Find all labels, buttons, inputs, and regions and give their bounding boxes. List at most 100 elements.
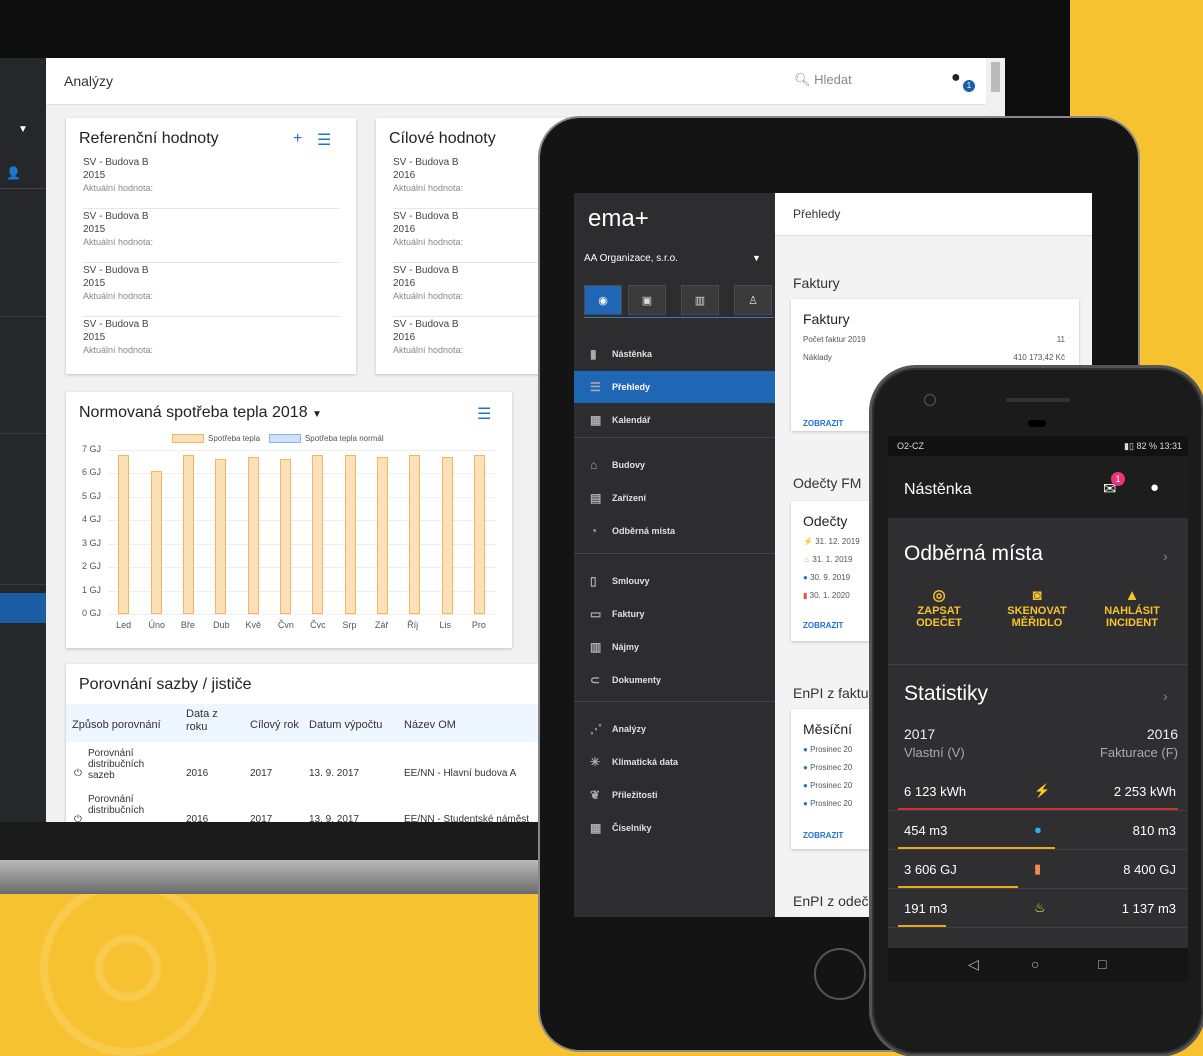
sidebar-item-klimatická-data[interactable]: ✳ Klimatická data xyxy=(574,746,775,778)
tab-user[interactable]: ♙ xyxy=(734,285,772,315)
chart-bar[interactable] xyxy=(473,454,485,614)
search-field[interactable]: 🔍︎ Hledat xyxy=(794,72,852,88)
scrollbar-thumb[interactable] xyxy=(991,62,1000,92)
stat-row[interactable]: 191 m3 ♨ 1 137 m3 xyxy=(888,889,1188,927)
back-icon[interactable]: ◁ xyxy=(968,956,979,973)
phone: O2-CZ ▮▯ 82 % 13:31 Nástěnka ✉ 1 ● Odběr… xyxy=(872,368,1203,1054)
section-title[interactable]: Statistiky xyxy=(904,682,988,706)
chevron-right-icon[interactable]: › xyxy=(1163,548,1168,564)
sidebar-item-budovy[interactable]: ⌂ Budovy xyxy=(574,449,775,481)
sidebar-item-číselníky[interactable]: ▦ Číselníky xyxy=(574,812,775,844)
action-label: SKENOVAT xyxy=(1007,605,1067,617)
table-cell: 2017 xyxy=(250,814,273,822)
sidebar-item-odběrná-místa[interactable]: ◔ Odběrná místa xyxy=(574,515,775,547)
chart-bar[interactable] xyxy=(376,457,388,614)
list-item[interactable]: SV - Budova B 2015 Aktuální hodnota: xyxy=(83,264,340,317)
sidebar-item-analýzy[interactable]: ⋰ Analýzy xyxy=(574,713,775,745)
sidebar-item-přehledy[interactable]: ☰ Přehledy xyxy=(574,371,775,403)
show-button[interactable]: ZOBRAZIT xyxy=(803,831,843,840)
drop-icon: ● xyxy=(803,745,808,754)
item-year: 2016 xyxy=(393,224,416,235)
record-reading-button[interactable]: ◎ ZAPSAT ODEČET xyxy=(894,587,984,629)
user-icon[interactable]: ● xyxy=(951,69,961,87)
show-button[interactable]: ZOBRAZIT xyxy=(803,621,843,630)
stat-row[interactable]: 454 m3 ● 810 m3 xyxy=(888,811,1188,849)
sidebar-item-selected[interactable] xyxy=(0,593,46,623)
y-tick-label: 3 GJ xyxy=(82,537,102,548)
home-button[interactable] xyxy=(814,948,866,1000)
scan-meter-button[interactable]: ◙ SKENOVAT MĚŘIDLO xyxy=(992,588,1082,629)
table-cell: 2016 xyxy=(186,814,209,822)
sidebar-item-nájmy[interactable]: ▥ Nájmy xyxy=(574,631,775,663)
enpi-row: ● Prosinec 20 xyxy=(803,745,852,754)
chart-bar[interactable] xyxy=(409,454,421,614)
rent-icon: ▥ xyxy=(590,640,602,654)
sidebar-item-smlouvy[interactable]: ▯ Smlouvy xyxy=(574,565,775,597)
building-icon: ▥ xyxy=(694,295,706,307)
sidebar-item-label: Dokumenty xyxy=(612,675,662,685)
chart-bar[interactable] xyxy=(312,454,324,614)
x-tick-label: Čvn xyxy=(277,620,294,630)
sidebar-item-nástěnka[interactable]: ▮ Nástěnka xyxy=(574,338,775,370)
section-title: EnPI z faktu xyxy=(793,685,869,701)
tariff-comparison-card: Porovnání sazby / jističe Způsob porovná… xyxy=(66,664,586,822)
user-icon[interactable]: ● xyxy=(1150,479,1159,496)
list-icon[interactable]: ☰ xyxy=(317,130,331,150)
list-item[interactable]: SV - Budova B 2015 Aktuální hodnota: xyxy=(83,318,340,370)
recents-icon[interactable]: □ xyxy=(1098,956,1106,972)
x-tick-label: Led xyxy=(116,620,132,630)
sidebar-item-dokumenty[interactable]: ⊂ Dokumenty xyxy=(574,664,775,696)
show-button[interactable]: ZOBRAZIT xyxy=(803,419,843,428)
sidebar-item-label: Příležitosti xyxy=(612,790,658,800)
user-icon[interactable]: 👤 xyxy=(6,166,21,180)
chart-bar[interactable] xyxy=(118,454,130,614)
chart-bar[interactable] xyxy=(247,457,259,614)
action-label: INCIDENT xyxy=(1106,617,1158,629)
add-icon[interactable]: + xyxy=(293,130,302,148)
table-header-method: Způsob porovnání xyxy=(72,719,161,731)
stat-row[interactable]: 6 123 kWh ⚡ 2 253 kWh xyxy=(888,772,1188,810)
chevron-down-icon[interactable]: ▼ xyxy=(752,253,761,263)
chevron-right-icon[interactable]: › xyxy=(1163,688,1168,704)
sidebar-item-zařízení[interactable]: ▤ Zařízení xyxy=(574,482,775,514)
chart-bar[interactable] xyxy=(182,454,194,614)
own-value: 3 606 GJ xyxy=(904,862,957,877)
gauge-icon: ◎ xyxy=(932,587,946,604)
tablet-header: Přehledy xyxy=(775,193,1092,236)
list-item[interactable]: SV - Budova B 2015 Aktuální hodnota: xyxy=(83,210,340,263)
stat-row[interactable]: 3 606 GJ ▮ 8 400 GJ xyxy=(888,850,1188,888)
enpi-month: Prosinec 20 xyxy=(810,799,853,808)
chart-bar[interactable] xyxy=(150,471,162,614)
grid-line xyxy=(108,520,496,522)
flame-icon: ♨ xyxy=(803,555,811,564)
speaker xyxy=(1006,398,1070,402)
sidebar-item-příležitosti[interactable]: ❦ Příležitosti xyxy=(574,779,775,811)
y-tick-label: 4 GJ xyxy=(82,514,102,525)
table-cell: 2017 xyxy=(250,768,273,779)
item-name: SV - Budova B xyxy=(83,211,149,222)
sidebar-item-label: Odběrná místa xyxy=(612,526,676,536)
report-incident-button[interactable]: ▲ NAHLÁSIT INCIDENT xyxy=(1087,588,1177,629)
invoiced-value: 2 253 kWh xyxy=(1113,784,1176,799)
chart-bar[interactable] xyxy=(441,457,453,614)
tab-buildings[interactable]: ▥ xyxy=(681,285,719,315)
list-item[interactable]: SV - Budova B 2015 Aktuální hodnota: xyxy=(83,156,340,209)
organization-name[interactable]: AA Organizace, s.r.o. xyxy=(584,253,678,264)
tab-overview[interactable]: ◉ xyxy=(584,285,622,315)
home-icon[interactable]: ○ xyxy=(1031,956,1039,972)
tab-contacts[interactable]: ▣ xyxy=(628,285,666,315)
sidebar-item-kalendář[interactable]: ▦ Kalendář xyxy=(574,404,775,436)
table-cell: 2016 xyxy=(186,768,209,779)
grid-line xyxy=(108,543,496,545)
chevron-down-icon[interactable]: ▼ xyxy=(18,124,28,135)
year-invoiced-label: Fakturace (F) xyxy=(1099,745,1178,760)
section-title[interactable]: Odběrná místa xyxy=(904,542,1043,566)
chart-bar[interactable] xyxy=(344,454,356,614)
grid-line xyxy=(108,567,496,569)
chart-bar[interactable] xyxy=(215,459,227,614)
item-name: SV - Budova B xyxy=(393,265,459,276)
row-label: Počet faktur 2019 xyxy=(803,335,866,344)
sidebar-item-faktury[interactable]: ▭ Faktury xyxy=(574,598,775,630)
chart-bar[interactable] xyxy=(279,459,291,614)
table-cell: EE/NN - Hlavní budova A xyxy=(404,768,517,779)
